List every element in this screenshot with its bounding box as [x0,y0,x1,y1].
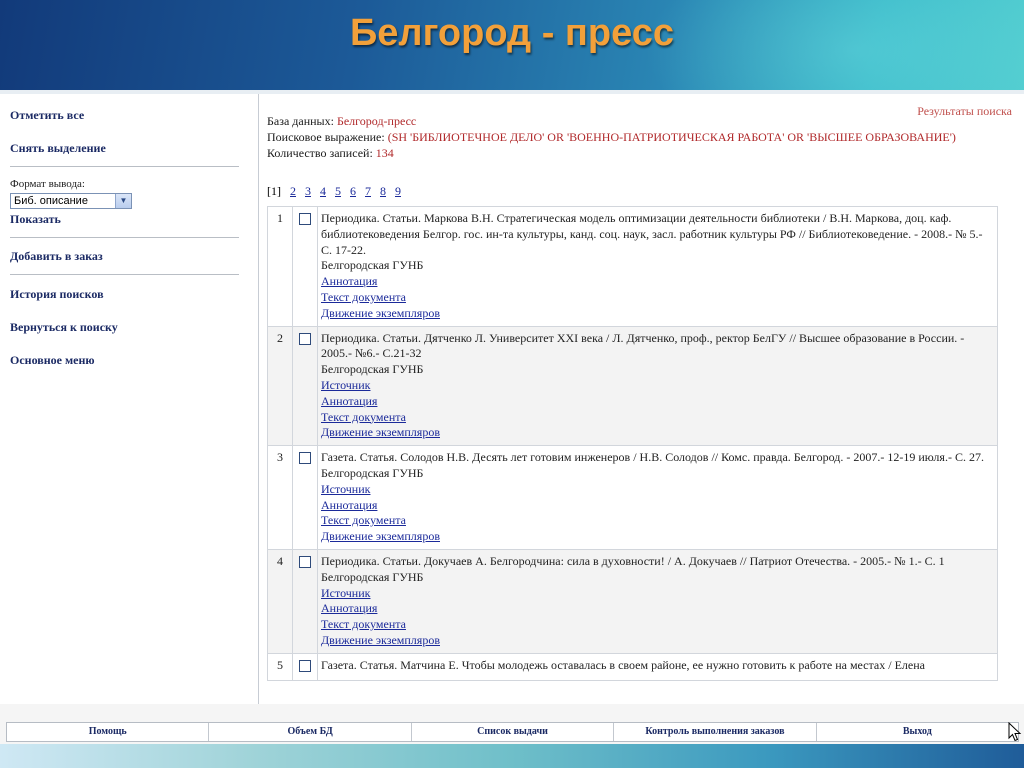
record-checkbox[interactable] [299,213,311,225]
pager-current: [1] [267,184,281,198]
document-text-link[interactable]: Текст документа [321,617,994,633]
pager-page[interactable]: 9 [395,184,401,198]
loan-list-link[interactable]: Список выдачи [412,723,615,741]
database-line: База данных: Белгород-пресс [267,114,416,129]
database-value: Белгород-пресс [336,114,417,128]
format-label: Формат вывода: [10,178,85,190]
pager-page[interactable]: 6 [350,184,356,198]
record-holder: Белгородская ГУНБ [321,465,424,480]
source-link[interactable]: Источник [321,378,994,394]
main-content: Результаты поиска База данных: Белгород-… [260,94,1024,704]
record-holder: Белгородская ГУНБ [321,362,424,377]
format-select[interactable]: Биб. описание ▼ [10,193,132,209]
copies-movement-link[interactable]: Движение экземпляров [321,633,994,649]
order-control-link[interactable]: Контроль выполнения заказов [614,723,817,741]
table-row: 1 Периодика. Статьи. Маркова В.Н. Страте… [267,206,998,327]
record-body: Газета. Статья. Солодов Н.В. Десять лет … [317,445,998,550]
table-row: 4 Периодика. Статьи. Докучаев А. Белгоро… [267,548,998,654]
mark-all-link[interactable]: Отметить все [10,108,84,123]
annotation-link[interactable]: Аннотация [321,601,994,617]
record-text: Газета. Статья. Солодов Н.В. Десять лет … [321,450,984,465]
database-label: База данных: [267,114,334,128]
count-line: Количество записей: 134 [267,146,394,161]
record-checkbox[interactable] [299,555,311,568]
mouse-pointer-icon [1008,722,1022,742]
annotation-link[interactable]: Аннотация [321,498,994,514]
chevron-down-icon[interactable]: ▼ [115,194,131,208]
record-number: 1 [267,206,293,327]
pager-page[interactable]: 2 [290,184,296,198]
footer-nav: Помощь Объем БД Список выдачи Контроль в… [6,722,1019,742]
format-select-value: Биб. описание [14,195,88,207]
pager-page[interactable]: 3 [305,184,311,198]
record-text: Периодика. Статьи. Маркова В.Н. Стратеги… [321,211,983,257]
copies-movement-link[interactable]: Движение экземпляров [321,306,994,322]
table-row: 2 Периодика. Статьи. Дятченко Л. Универс… [267,325,998,447]
record-number: 4 [267,548,293,654]
sidebar: Отметить все Снять выделение Формат выво… [0,94,259,704]
pager: [1] 2 3 4 5 6 7 8 9 [267,184,407,199]
query-value: (SH 'БИБЛИОТЕЧНОЕ ДЕЛО' OR 'ВОЕННО-ПАТРИ… [387,130,956,144]
count-value: 134 [375,146,394,160]
checkbox-cell [292,206,318,327]
results-heading: Результаты поиска [917,104,1012,118]
bottom-decor-band [0,744,1024,768]
pager-page[interactable]: 5 [335,184,341,198]
show-link[interactable]: Показать [10,212,61,227]
record-body: Периодика. Статьи. Дятченко Л. Университ… [317,325,998,447]
record-body: Периодика. Статьи. Маркова В.Н. Стратеги… [317,206,998,327]
record-body: Газета. Статья. Матчина Е. Чтобы молодеж… [317,652,998,681]
record-body: Периодика. Статьи. Докучаев А. Белгородч… [317,548,998,654]
pager-page[interactable]: 4 [320,184,326,198]
back-to-search-link[interactable]: Вернуться к поиску [10,320,118,335]
checkbox-cell [292,548,318,654]
record-checkbox[interactable] [299,452,311,465]
search-history-link[interactable]: История поисков [10,287,104,302]
record-holder: Белгородская ГУНБ [321,569,424,584]
record-number: 2 [267,325,293,447]
header-banner: Белгород - пресс [0,0,1024,92]
unselect-link[interactable]: Снять выделение [10,141,106,156]
page-title: Белгород - пресс [349,12,674,54]
table-row: 3 Газета. Статья. Солодов Н.В. Десять ле… [267,445,998,550]
annotation-link[interactable]: Аннотация [321,394,994,410]
main-menu-link[interactable]: Основное меню [10,353,95,368]
source-link[interactable]: Источник [321,586,994,602]
help-link[interactable]: Помощь [7,723,210,741]
document-text-link[interactable]: Текст документа [321,513,994,529]
sidebar-divider [10,237,239,238]
record-text: Периодика. Статьи. Докучаев А. Белгородч… [321,553,945,568]
checkbox-cell [292,652,318,681]
checkbox-cell [292,325,318,447]
sidebar-divider [10,166,239,167]
record-checkbox[interactable] [299,332,311,345]
query-line: Поисковое выражение: (SH 'БИБЛИОТЕЧНОЕ Д… [267,130,956,145]
exit-link[interactable]: Выход [817,723,1018,741]
copies-movement-link[interactable]: Движение экземпляров [321,529,994,545]
count-label: Количество записей: [267,146,373,160]
table-row: 5 Газета. Статья. Матчина Е. Чтобы молод… [267,652,998,681]
pager-page[interactable]: 7 [365,184,371,198]
document-text-link[interactable]: Текст документа [321,410,994,426]
record-holder: Белгородская ГУНБ [321,258,424,273]
records-table: 1 Периодика. Статьи. Маркова В.Н. Страте… [267,206,998,681]
record-text: Периодика. Статьи. Дятченко Л. Университ… [321,330,965,361]
source-link[interactable]: Источник [321,482,994,498]
sidebar-divider [10,274,239,275]
copies-movement-link[interactable]: Движение экземпляров [321,425,994,441]
record-text: Газета. Статья. Матчина Е. Чтобы молодеж… [321,657,925,672]
query-label: Поисковое выражение: [267,130,385,144]
checkbox-cell [292,445,318,550]
record-checkbox[interactable] [299,659,311,672]
document-text-link[interactable]: Текст документа [321,290,994,306]
add-to-order-link[interactable]: Добавить в заказ [10,249,103,264]
record-number: 3 [267,445,293,550]
footer: Помощь Объем БД Список выдачи Контроль в… [0,704,1024,744]
record-number: 5 [267,652,293,681]
pager-page[interactable]: 8 [380,184,386,198]
db-volume-link[interactable]: Объем БД [209,723,412,741]
annotation-link[interactable]: Аннотация [321,274,994,290]
